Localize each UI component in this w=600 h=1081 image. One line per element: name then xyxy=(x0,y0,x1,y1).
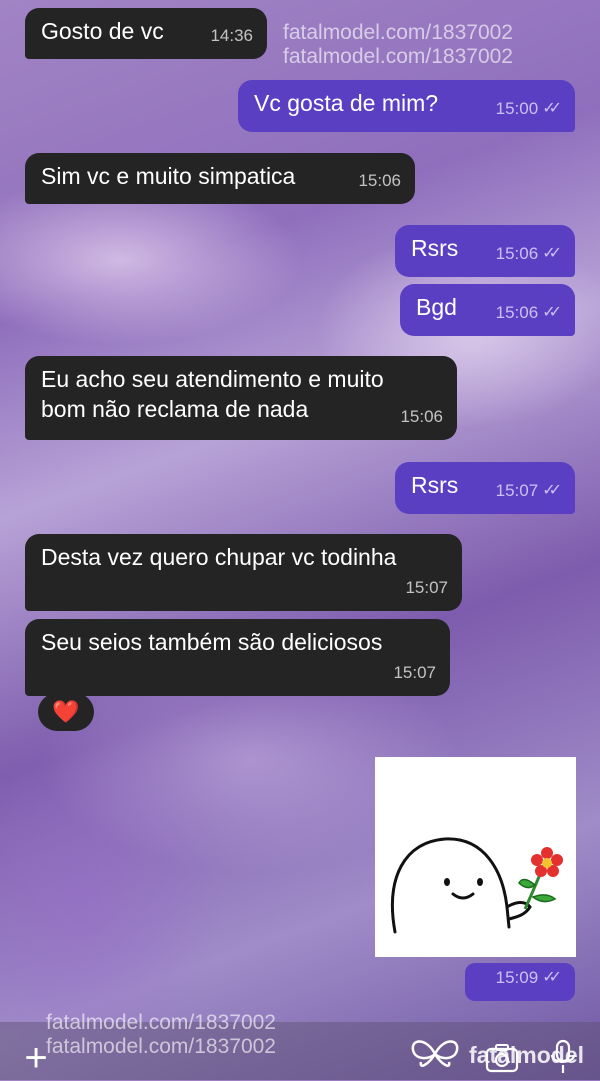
message-text: Bgd xyxy=(416,294,457,320)
message-outgoing[interactable]: Rsrs 15:06 ✓✓ xyxy=(395,225,575,277)
camera-icon xyxy=(485,1044,519,1073)
message-time: 14:36 xyxy=(210,26,253,45)
heart-icon: ❤️ xyxy=(52,699,80,724)
message-incoming[interactable]: Seu seios também são deliciosos 15:07 xyxy=(25,619,450,696)
message-outgoing[interactable]: Rsrs 15:07 ✓✓ xyxy=(395,462,575,514)
heart-reaction[interactable]: ❤️ xyxy=(38,693,94,731)
sticker-time-badge: 15:09 ✓✓ xyxy=(465,963,575,1001)
message-incoming[interactable]: Gosto de vc 14:36 xyxy=(25,8,267,59)
message-text: Gosto de vc xyxy=(41,18,164,44)
microphone-button[interactable] xyxy=(548,1038,578,1076)
message-text: Eu acho seu atendimento e muito bom não … xyxy=(41,366,384,422)
add-attachment-button[interactable]: + xyxy=(18,1038,54,1078)
message-time: 15:06 ✓✓ xyxy=(496,298,562,328)
message-time: 15:09 ✓✓ xyxy=(496,963,562,993)
butterfly-logo xyxy=(407,1034,463,1074)
watermark-line-1: fatalmodel.com/1837002 xyxy=(46,1011,276,1034)
double-check-icon: ✓✓ xyxy=(542,969,562,986)
double-check-icon: ✓✓ xyxy=(542,482,562,499)
message-time: 15:06 xyxy=(400,407,443,426)
message-outgoing[interactable]: Vc gosta de mim? 15:00 ✓✓ xyxy=(238,80,575,132)
message-outgoing[interactable]: Bgd 15:06 ✓✓ xyxy=(400,284,575,336)
message-incoming[interactable]: Desta vez quero chupar vc todinha 15:07 xyxy=(25,534,462,611)
message-incoming[interactable]: Eu acho seu atendimento e muito bom não … xyxy=(25,356,457,440)
microphone-icon xyxy=(550,1039,576,1073)
message-text: Rsrs xyxy=(411,235,459,261)
message-time: 15:07 xyxy=(393,663,436,682)
watermark-bottom: fatalmodel.com/1837002 fatalmodel.com/18… xyxy=(46,1011,276,1059)
watermark-line-1: fatalmodel.com/1837002 xyxy=(283,21,513,44)
watermark-top: fatalmodel.com/1837002 fatalmodel.com/18… xyxy=(283,21,513,69)
message-incoming[interactable]: Sim vc e muito simpatica 15:06 xyxy=(25,153,415,204)
sticker-message[interactable] xyxy=(375,757,576,957)
watermark-line-2: fatalmodel.com/1837002 xyxy=(283,45,513,68)
message-time: 15:07 ✓✓ xyxy=(496,476,562,506)
message-text: Vc gosta de mim? xyxy=(254,90,439,116)
message-time: 15:06 ✓✓ xyxy=(496,239,562,269)
message-time: 15:06 xyxy=(358,171,401,190)
message-text: Desta vez quero chupar vc todinha xyxy=(41,544,397,570)
blob-with-flower-sticker xyxy=(390,837,563,934)
camera-button[interactable] xyxy=(484,1042,520,1074)
double-check-icon: ✓✓ xyxy=(542,304,562,321)
message-time: 15:07 xyxy=(405,578,448,597)
message-text: Sim vc e muito simpatica xyxy=(41,163,296,189)
watermark-line-2: fatalmodel.com/1837002 xyxy=(46,1035,276,1058)
double-check-icon: ✓✓ xyxy=(542,100,562,117)
plus-icon: + xyxy=(24,1036,48,1080)
message-text: Rsrs xyxy=(411,472,459,498)
message-time: 15:00 ✓✓ xyxy=(496,94,562,124)
message-text: Seu seios também são deliciosos xyxy=(41,629,383,655)
double-check-icon: ✓✓ xyxy=(542,245,562,262)
